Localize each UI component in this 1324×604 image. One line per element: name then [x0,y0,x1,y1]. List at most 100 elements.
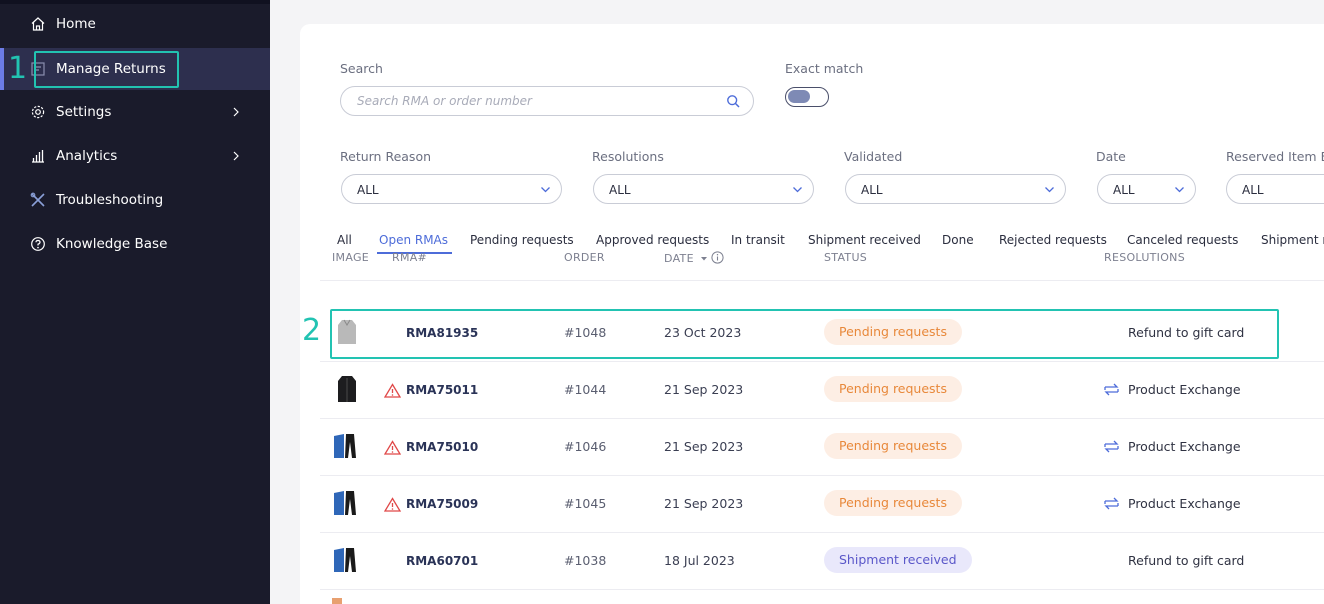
column-header-image: IMAGE [332,251,370,264]
rma-number[interactable]: RMA75010 [406,440,478,454]
chevron-right-icon [233,151,239,161]
table-header-divider [320,280,1324,281]
tab-canceled-requests[interactable]: Canceled requests [1127,233,1238,247]
bar-chart-icon [30,148,46,164]
status-badge: Pending requests [824,376,962,402]
product-thumbnail [334,491,356,515]
validated-select[interactable]: ALL [845,174,1066,204]
column-header-rma[interactable]: RMA# [392,251,427,264]
product-thumbnail [338,376,356,402]
annotation-number-1: 1 [8,51,28,86]
exact-match-label: Exact match [785,61,864,76]
sidebar-item-label: Analytics [56,148,118,164]
info-icon[interactable] [711,251,725,264]
search-placeholder: Search RMA or order number [357,94,532,108]
chevron-down-icon [541,187,550,193]
sidebar-item-label: Troubleshooting [56,192,164,208]
tab-done[interactable]: Done [942,233,974,247]
sidebar-item-home[interactable]: Home [0,3,270,45]
toggle-knob [788,90,810,103]
home-icon [30,16,46,32]
table-row[interactable]: RMA60701 #1038 18 Jul 2023 Shipment rece… [320,533,1324,590]
select-value: ALL [1242,183,1264,197]
warning-icon [384,440,401,455]
exchange-icon [1104,497,1119,510]
sidebar: Home Manage Returns Settings Analytics T… [0,0,270,604]
sort-down-icon [700,257,707,261]
resolution-text: Product Exchange [1128,382,1241,397]
column-header-status: STATUS [824,251,868,264]
tab-in-transit[interactable]: In transit [731,233,785,247]
column-header-date[interactable]: DATE [664,251,725,265]
rma-date: 21 Sep 2023 [664,382,744,397]
rma-number[interactable]: RMA60701 [406,554,478,568]
rma-number[interactable]: RMA75011 [406,383,478,397]
resolution-text: Refund to gift card [1128,553,1245,568]
tab-shipment-returned[interactable]: Shipment re [1261,233,1324,247]
annotation-number-2: 2 [302,313,322,348]
return-reason-select[interactable]: ALL [341,174,562,204]
validated-label: Validated [844,149,903,164]
sidebar-item-settings[interactable]: Settings [0,91,270,133]
order-number[interactable]: #1038 [564,553,606,568]
reserved-item-select[interactable]: ALL [1226,174,1324,204]
search-label: Search [340,61,383,76]
sidebar-item-knowledge-base[interactable]: Knowledge Base [0,223,270,265]
sidebar-item-label: Settings [56,104,112,120]
order-number[interactable]: #1045 [564,496,606,511]
date-label: Date [1096,149,1126,164]
table-row[interactable]: RMA75011 #1044 21 Sep 2023 Pending reque… [320,362,1324,419]
annotation-box-2 [330,309,1279,359]
select-value: ALL [1113,183,1135,197]
exchange-icon [1104,440,1119,453]
select-value: ALL [861,183,883,197]
tools-icon [30,192,46,208]
tab-open-rmas[interactable]: Open RMAs [376,233,453,254]
search-icon[interactable] [726,94,741,109]
product-thumbnail [334,548,356,572]
tab-approved-requests[interactable]: Approved requests [596,233,709,247]
sidebar-item-troubleshooting[interactable]: Troubleshooting [0,179,270,221]
help-circle-icon [30,236,46,252]
warning-icon [384,383,401,398]
table-row[interactable]: RMA75010 #1046 21 Sep 2023 Pending reque… [320,419,1324,476]
column-header-resolutions: RESOLUTIONS [1104,251,1185,264]
warning-icon [384,497,401,512]
sidebar-item-label: Knowledge Base [56,236,168,252]
rma-number[interactable]: RMA75009 [406,497,478,511]
annotation-box-1 [34,51,179,88]
tab-pending-requests[interactable]: Pending requests [470,233,574,247]
select-value: ALL [357,183,379,197]
order-number[interactable]: #1046 [564,439,606,454]
status-badge: Pending requests [824,490,962,516]
chevron-down-icon [793,187,802,193]
table-row[interactable]: RMA75009 #1045 21 Sep 2023 Pending reque… [320,476,1324,533]
status-badge: Shipment received [824,547,972,573]
chevron-down-icon [1175,187,1184,193]
gear-icon [30,104,46,120]
resolution-text: Product Exchange [1128,496,1241,511]
product-thumbnail-partial [332,598,342,604]
date-select[interactable]: ALL [1097,174,1196,204]
chevron-down-icon [1045,187,1054,193]
resolution-text: Product Exchange [1128,439,1241,454]
resolutions-select[interactable]: ALL [593,174,814,204]
sidebar-item-label: Home [56,16,96,32]
column-header-date-label: DATE [664,252,694,265]
exact-match-toggle[interactable] [785,87,829,107]
tab-rejected-requests[interactable]: Rejected requests [999,233,1107,247]
search-input[interactable]: Search RMA or order number [340,86,754,116]
tab-all[interactable]: All [337,233,352,247]
reserved-item-label: Reserved Item Ex [1226,149,1324,164]
rma-date: 21 Sep 2023 [664,496,744,511]
chevron-right-icon [233,107,239,117]
order-number[interactable]: #1044 [564,382,606,397]
status-badge: Pending requests [824,433,962,459]
exchange-icon [1104,383,1119,396]
sidebar-item-analytics[interactable]: Analytics [0,135,270,177]
return-reason-label: Return Reason [340,149,432,164]
tab-shipment-received[interactable]: Shipment received [808,233,921,247]
resolutions-label: Resolutions [592,149,664,164]
rma-date: 18 Jul 2023 [664,553,735,568]
column-header-order[interactable]: ORDER [564,251,605,264]
